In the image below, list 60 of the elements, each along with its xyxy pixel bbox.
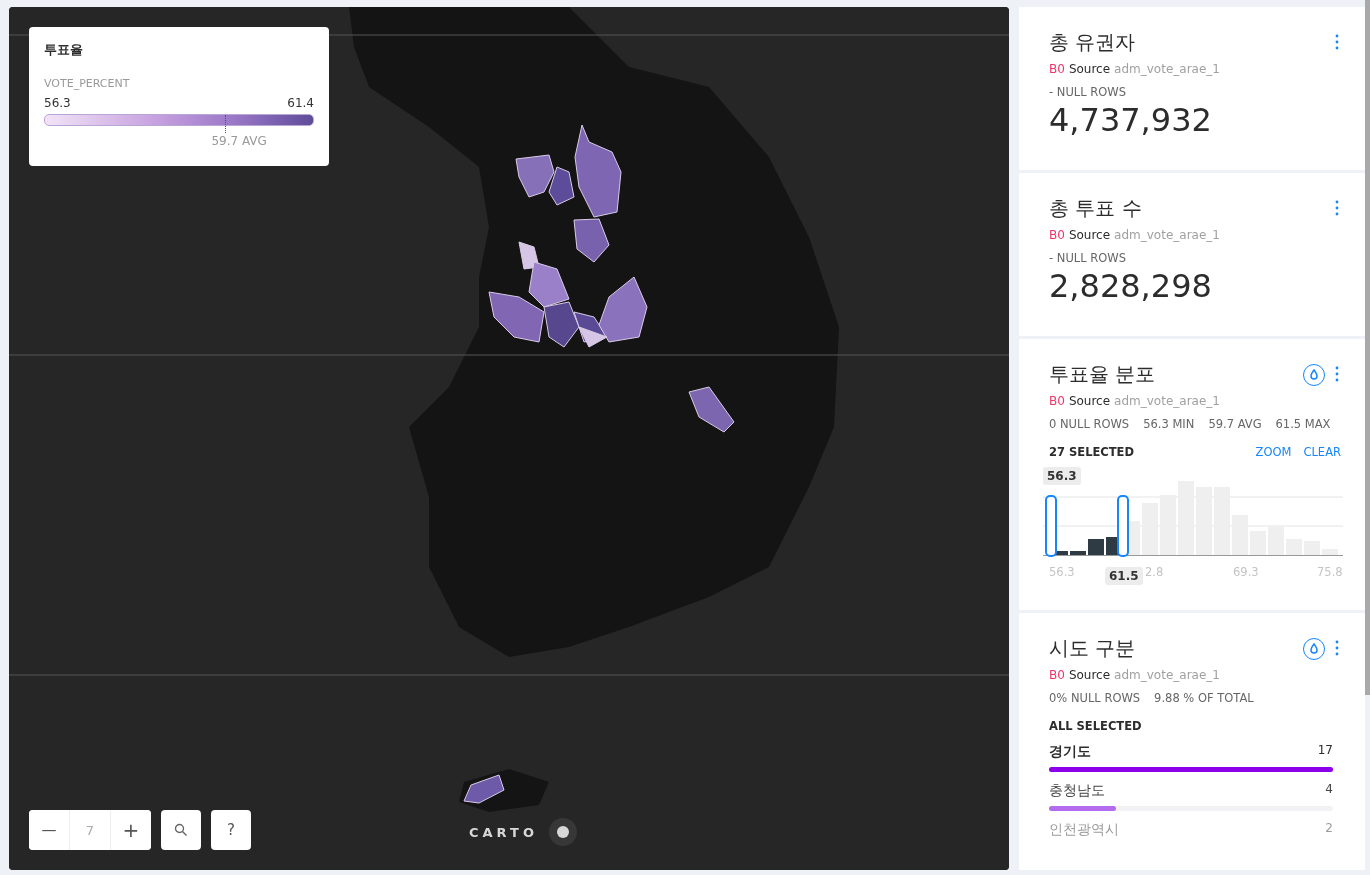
legend-attribute: VOTE_PERCENT (44, 77, 131, 90)
legend-min: 56.3 (44, 96, 71, 110)
logo-dot-icon (549, 818, 577, 846)
drop-icon[interactable] (1303, 637, 1325, 660)
search-button[interactable] (161, 810, 201, 850)
source-name: adm_vote_arae_1 (1114, 228, 1220, 242)
stat-text: 9.88 % OF TOTAL (1154, 691, 1254, 705)
source-name: adm_vote_arae_1 (1114, 62, 1220, 76)
legend-title: 투표율 (44, 41, 84, 59)
stat-text: 56.3 MIN (1143, 417, 1195, 431)
category-name[interactable]: 경기도 (1049, 743, 1091, 761)
range-start-tooltip: 56.3 (1043, 467, 1081, 485)
search-icon (174, 823, 188, 837)
more-options-icon[interactable] (1333, 639, 1341, 658)
category-name[interactable]: 충청남도 (1049, 782, 1105, 800)
axis-label: 56.3 (1049, 565, 1075, 579)
stat-text: - NULL ROWS (1049, 85, 1126, 99)
source-label: Source (1068, 62, 1111, 76)
source-name: adm_vote_arae_1 (1114, 394, 1220, 408)
axis-label: 69.3 (1233, 565, 1259, 579)
widget-title: 시도 구분 (1049, 635, 1136, 662)
range-handle[interactable] (1117, 495, 1129, 557)
category-count: 17 (1317, 743, 1333, 759)
selection-status: ALL SELECTED (1049, 719, 1142, 733)
source-label: Source (1068, 394, 1111, 408)
more-options-icon[interactable] (1333, 199, 1341, 218)
carto-logo: CARTO (469, 825, 538, 840)
selection-count: 27 SELECTED (1049, 445, 1134, 459)
range-handle[interactable] (1045, 495, 1057, 557)
category-count: 4 (1325, 782, 1333, 798)
category-count: 2 (1325, 821, 1333, 837)
stat-text: 59.7 AVG (1208, 417, 1262, 431)
axis-label: 2.8 (1145, 565, 1164, 579)
stat-text: 0% NULL ROWS (1049, 691, 1141, 705)
action-link[interactable]: CLEAR (1303, 445, 1341, 459)
stat-text: 0 NULL ROWS (1049, 417, 1130, 431)
layer-label: B0 (1049, 668, 1065, 682)
stat-text: - NULL ROWS (1049, 251, 1126, 265)
source-label: Source (1068, 228, 1111, 242)
help-button[interactable]: ? (211, 810, 251, 850)
formula-value: 2,828,298 (1049, 267, 1213, 305)
source-label: Source (1068, 668, 1111, 682)
axis-label: 75.8 (1317, 565, 1343, 579)
stat-text: 61.5 MAX (1275, 417, 1331, 431)
formula-value: 4,737,932 (1049, 101, 1213, 139)
legend-max: 61.4 (287, 96, 314, 110)
layer-label: B0 (1049, 62, 1065, 76)
more-options-icon[interactable] (1333, 365, 1341, 384)
widget-title: 투표율 분포 (1049, 361, 1156, 388)
action-link[interactable]: ZOOM (1255, 445, 1292, 459)
layer-label: B0 (1049, 394, 1065, 408)
scrollbar[interactable] (1365, 0, 1370, 695)
widget-title: 총 투표 수 (1049, 195, 1142, 222)
widget-title: 총 유권자 (1049, 29, 1136, 56)
drop-icon[interactable] (1303, 363, 1325, 386)
more-options-icon[interactable] (1333, 33, 1341, 52)
layer-label: B0 (1049, 228, 1065, 242)
range-end-tooltip: 61.5 (1105, 567, 1143, 585)
legend-avg: 59.7 AVG (211, 134, 267, 148)
source-name: adm_vote_arae_1 (1114, 668, 1220, 682)
